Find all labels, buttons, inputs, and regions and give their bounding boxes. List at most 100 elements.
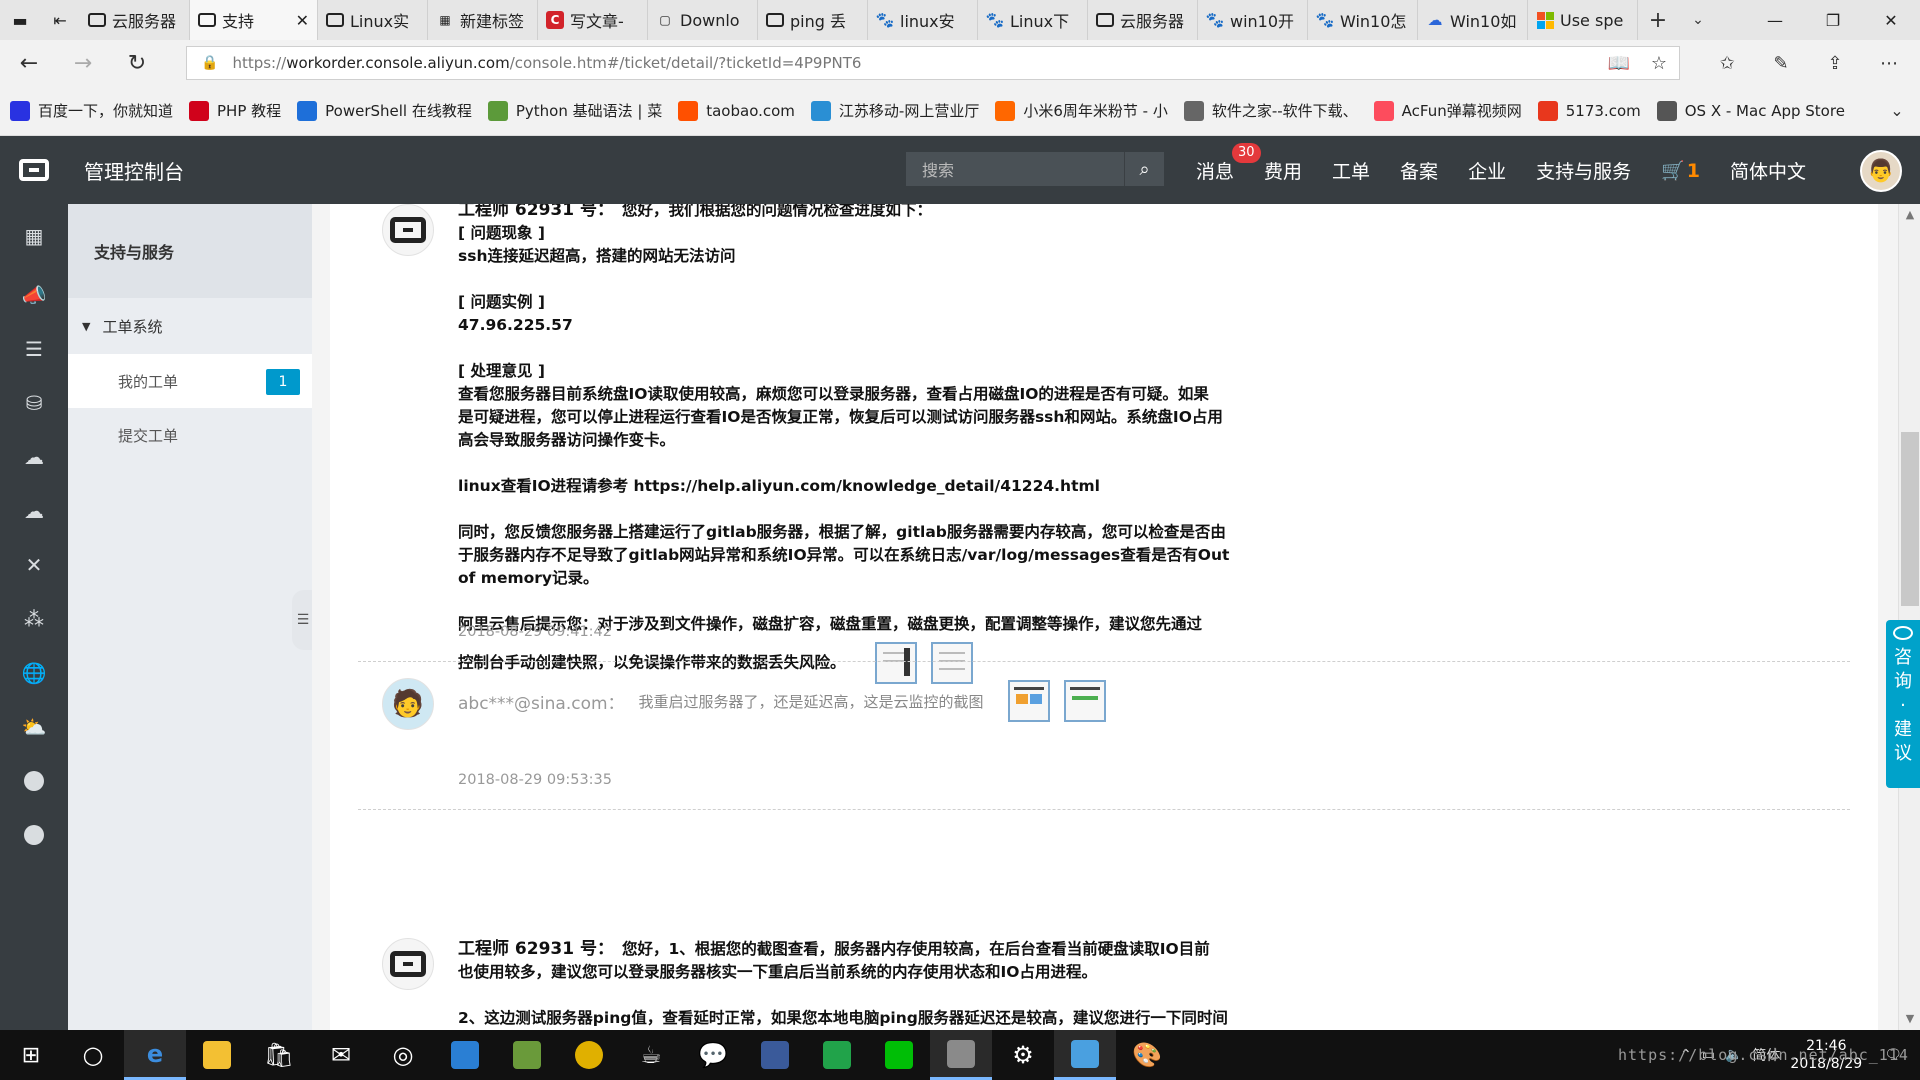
sidebar-group-ticket-system[interactable]: ▼ 工单系统	[68, 298, 312, 354]
monitor-cloud-icon[interactable]: ⛅	[0, 700, 68, 754]
menu-icp[interactable]: 备案	[1400, 157, 1438, 184]
scrollbar-thumb[interactable]	[1901, 432, 1919, 606]
menu-support[interactable]: 支持与服务	[1536, 157, 1631, 184]
circle-icon[interactable]	[0, 754, 68, 808]
windows-start-icon[interactable]: ⊞	[0, 1030, 62, 1080]
browser-tab[interactable]: ☁ Win10如	[1418, 0, 1528, 40]
tools-icon[interactable]: ✕	[0, 538, 68, 592]
more-icon[interactable]: ⋯	[1862, 53, 1916, 74]
browser-tab[interactable]: C 写文章-	[538, 0, 648, 40]
sidebar-item-submit-ticket[interactable]: 提交工单	[68, 408, 312, 462]
close-tab-icon[interactable]: ✕	[296, 11, 309, 30]
forward-button[interactable]: →	[56, 51, 110, 76]
cortana-search-icon[interactable]: ○	[62, 1030, 124, 1080]
bird-app-icon[interactable]	[434, 1030, 496, 1080]
close-window-icon[interactable]: ✕	[1862, 0, 1920, 40]
sidebar-collapse-handle[interactable]: ☰	[292, 590, 314, 650]
attachment-thumbnail[interactable]	[1007, 680, 1050, 722]
vertical-scrollbar[interactable]: ▲ ▼	[1898, 204, 1920, 1030]
user-avatar[interactable]: 👨	[1860, 150, 1902, 192]
java-app-icon[interactable]: ☕	[620, 1030, 682, 1080]
favorite-link[interactable]: 5173.com	[1537, 100, 1641, 121]
products-grid-icon[interactable]: ▦	[0, 204, 68, 268]
iqiyi-icon[interactable]	[868, 1030, 930, 1080]
cloud-upload-icon[interactable]: ☁	[0, 430, 68, 484]
browser-tab[interactable]: Use spe	[1528, 0, 1638, 40]
database-icon[interactable]: ⛁	[0, 376, 68, 430]
globe-icon[interactable]: 🌐	[0, 646, 68, 700]
browser-tab[interactable]: 🐾 Linux下	[978, 0, 1088, 40]
aliyun-logo-icon[interactable]	[0, 136, 68, 204]
megaphone-icon[interactable]: 📣	[0, 268, 68, 322]
circle-icon[interactable]	[0, 808, 68, 862]
photo-app-icon[interactable]	[930, 1030, 992, 1080]
browser-tab[interactable]: ▢ Downlo	[648, 0, 758, 40]
menu-cart[interactable]: 🛒 1	[1661, 159, 1700, 182]
browser-tab[interactable]: 云服务器	[1088, 0, 1198, 40]
favorite-link[interactable]: AcFun弹幕视频网	[1373, 100, 1522, 121]
attachment-thumbnail[interactable]	[874, 642, 917, 684]
edge-browser-icon[interactable]: e	[124, 1030, 186, 1080]
search-icon[interactable]: ⌕	[1124, 152, 1164, 186]
favorite-link[interactable]: 江苏移动-网上营业厅	[810, 100, 979, 121]
eclipse-app-icon[interactable]	[744, 1030, 806, 1080]
menu-enterprise[interactable]: 企业	[1468, 157, 1506, 184]
wechat-icon[interactable]: 💬	[682, 1030, 744, 1080]
browser-tab[interactable]: 🐾 linux安	[868, 0, 978, 40]
menu-ticket[interactable]: 工单	[1332, 157, 1370, 184]
tab-preview-icon[interactable]: ▬	[0, 0, 40, 40]
menu-language[interactable]: 简体中文	[1730, 157, 1806, 184]
browser-tab[interactable]: ▦ 新建标签	[428, 0, 538, 40]
server-list-icon[interactable]: ☰	[0, 322, 68, 376]
refresh-button[interactable]: ↻	[110, 51, 164, 76]
browser-tab[interactable]: 🐾 Win10怎	[1308, 0, 1418, 40]
set-aside-tabs-icon[interactable]: ⇤	[40, 0, 80, 40]
console-search-input[interactable]: 搜索 ⌕	[906, 152, 1164, 186]
cloud-download-icon[interactable]: ☁	[0, 484, 68, 538]
reading-view-icon[interactable]: 📖	[1599, 53, 1639, 74]
network-nodes-icon[interactable]: ⁂	[0, 592, 68, 646]
menu-messages[interactable]: 消息 30	[1196, 142, 1261, 184]
green-app-icon[interactable]	[806, 1030, 868, 1080]
browser-tab[interactable]: 云服务器	[80, 0, 190, 40]
favorite-star-icon[interactable]: ☆	[1639, 53, 1679, 74]
back-button[interactable]: ←	[2, 51, 56, 76]
settings-gear-icon[interactable]: ⚙	[992, 1030, 1054, 1080]
favorite-link[interactable]: 软件之家--软件下载、	[1183, 100, 1358, 121]
browser-tab[interactable]: Linux实	[318, 0, 428, 40]
favorites-overflow-chevron-icon[interactable]: ⌄	[1874, 101, 1920, 120]
consult-suggest-button[interactable]: 咨 询 · 建 议	[1886, 620, 1920, 788]
favorite-link[interactable]: OS X - Mac App Store	[1656, 100, 1845, 121]
new-tab-button[interactable]: +	[1638, 0, 1678, 40]
favorites-hub-icon[interactable]: ✩	[1700, 53, 1754, 74]
attachment-thumbnail[interactable]	[930, 642, 973, 684]
favorite-link[interactable]: PHP 教程	[189, 100, 281, 121]
sidebar-item-my-tickets[interactable]: 我的工单 1	[68, 354, 312, 408]
store-icon[interactable]: 🛍	[248, 1030, 310, 1080]
file-explorer-icon[interactable]	[186, 1030, 248, 1080]
address-bar[interactable]: 🔒 https://workorder.console.aliyun.com/c…	[186, 46, 1680, 80]
paint-app-icon[interactable]: 🎨	[1116, 1030, 1178, 1080]
favorite-link[interactable]: 小米6周年米粉节 - 小	[995, 100, 1168, 121]
browser-tab[interactable]: 支持 ✕	[190, 0, 318, 40]
share-icon[interactable]: ⇪	[1808, 53, 1862, 74]
favorite-link[interactable]: PowerShell 在线教程	[297, 100, 472, 121]
attachment-thumbnail[interactable]	[1063, 680, 1106, 722]
restore-icon[interactable]: ❐	[1804, 0, 1862, 40]
scroll-down-icon[interactable]: ▼	[1899, 1012, 1920, 1025]
notepad-app-icon[interactable]	[496, 1030, 558, 1080]
favorite-link[interactable]: Python 基础语法 | 菜	[487, 100, 662, 121]
menu-billing[interactable]: 费用	[1264, 157, 1302, 184]
favorite-link[interactable]: taobao.com	[678, 100, 795, 121]
browser-tab[interactable]: ping 丢	[758, 0, 868, 40]
console-title[interactable]: 管理控制台	[84, 156, 184, 185]
minimize-icon[interactable]: —	[1746, 0, 1804, 40]
favorite-link[interactable]: 百度一下，你就知道	[10, 100, 173, 121]
norton-app-icon[interactable]	[558, 1030, 620, 1080]
music-player-icon[interactable]: ◎	[372, 1030, 434, 1080]
scroll-up-icon[interactable]: ▲	[1899, 208, 1920, 221]
mail-icon[interactable]: ✉	[310, 1030, 372, 1080]
browser-tab[interactable]: 🐾 win10开	[1198, 0, 1308, 40]
screen-app-icon[interactable]	[1054, 1030, 1116, 1080]
web-note-icon[interactable]: ✎	[1754, 53, 1808, 74]
